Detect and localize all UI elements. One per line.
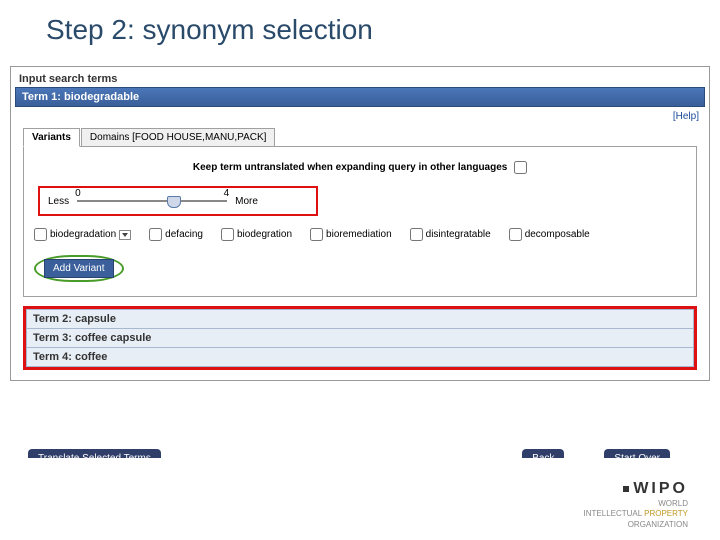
synonym-label-2: biodegration — [237, 229, 292, 240]
wipo-logo: WIPO — [518, 480, 688, 498]
variant-count-slider[interactable]: 0 4 — [77, 194, 227, 208]
synonym-item-2: biodegration — [221, 228, 292, 241]
synonym-item-4: disintegratable — [410, 228, 491, 241]
term-4-header[interactable]: Term 4: coffee — [26, 348, 694, 367]
synonym-label-3: bioremediation — [326, 229, 392, 240]
synonym-checkbox-4[interactable] — [410, 228, 423, 241]
add-variant-highlight: Add Variant — [34, 255, 124, 282]
app-panel: Input search terms Term 1: biodegradable… — [10, 66, 710, 381]
synonym-checkbox-3[interactable] — [310, 228, 323, 241]
synonym-checkbox-2[interactable] — [221, 228, 234, 241]
synonym-checkbox-0[interactable] — [34, 228, 47, 241]
synonym-item-1: defacing — [149, 228, 203, 241]
wipo-brand-text: WIPO — [633, 480, 688, 497]
synonym-item-5: decomposable — [509, 228, 590, 241]
additional-terms-highlight: Term 2: capsule Term 3: coffee capsule T… — [23, 306, 697, 370]
wipo-logo-dot-icon — [623, 486, 629, 492]
action-cover-overlay — [0, 458, 720, 476]
synonym-label-1: defacing — [165, 229, 203, 240]
synonym-list: biodegradation defacing biodegration bio… — [34, 228, 686, 241]
slider-less-label: Less — [48, 196, 69, 207]
synonym-item-3: bioremediation — [310, 228, 392, 241]
synonym-label-5: decomposable — [525, 229, 590, 240]
footer-line-2: INTELLECTUAL PROPERTY — [518, 510, 688, 519]
term-2-header[interactable]: Term 2: capsule — [26, 309, 694, 329]
tab-domains[interactable]: Domains [FOOD HOUSE,MANU,PACK] — [81, 128, 276, 147]
synonym-checkbox-5[interactable] — [509, 228, 522, 241]
footer-line-1: WORLD — [518, 500, 688, 509]
synonym-item-0: biodegradation — [34, 228, 131, 241]
footer-brand-block: WIPO WORLD INTELLECTUAL PROPERTY ORGANIZ… — [518, 480, 688, 530]
slide-title: Step 2: synonym selection — [0, 0, 720, 46]
footer-line-3: ORGANIZATION — [518, 521, 688, 530]
footer-line-2a: INTELLECTUAL — [584, 509, 642, 518]
footer-line-2b: PROPERTY — [642, 509, 688, 518]
synonym-label-0: biodegradation — [50, 229, 116, 240]
variant-count-slider-highlight: Less 0 4 More — [38, 186, 318, 216]
keep-untranslated-label: Keep term untranslated when expanding qu… — [193, 162, 508, 173]
slider-thumb[interactable] — [167, 196, 181, 208]
slider-more-label: More — [235, 196, 258, 207]
tab-row: Variants Domains [FOOD HOUSE,MANU,PACK] — [23, 128, 705, 147]
slider-max: 4 — [224, 188, 230, 199]
help-link[interactable]: [Help] — [673, 111, 699, 122]
keep-untranslated-row: Keep term untranslated when expanding qu… — [34, 161, 686, 174]
synonym-label-4: disintegratable — [426, 229, 491, 240]
input-section-header: Input search terms — [15, 71, 705, 87]
synonym-checkbox-1[interactable] — [149, 228, 162, 241]
term-3-header[interactable]: Term 3: coffee capsule — [26, 329, 694, 348]
help-link-row: [Help] — [15, 107, 705, 122]
add-variant-button[interactable]: Add Variant — [44, 259, 114, 278]
term-1-header[interactable]: Term 1: biodegradable — [15, 87, 705, 107]
slider-min: 0 — [75, 188, 81, 199]
tab-variants[interactable]: Variants — [23, 128, 80, 147]
synonym-dropdown-0[interactable] — [119, 230, 131, 240]
tab-content-variants: Keep term untranslated when expanding qu… — [23, 146, 697, 297]
keep-untranslated-checkbox[interactable] — [514, 161, 527, 174]
slider-track-line — [77, 200, 227, 202]
